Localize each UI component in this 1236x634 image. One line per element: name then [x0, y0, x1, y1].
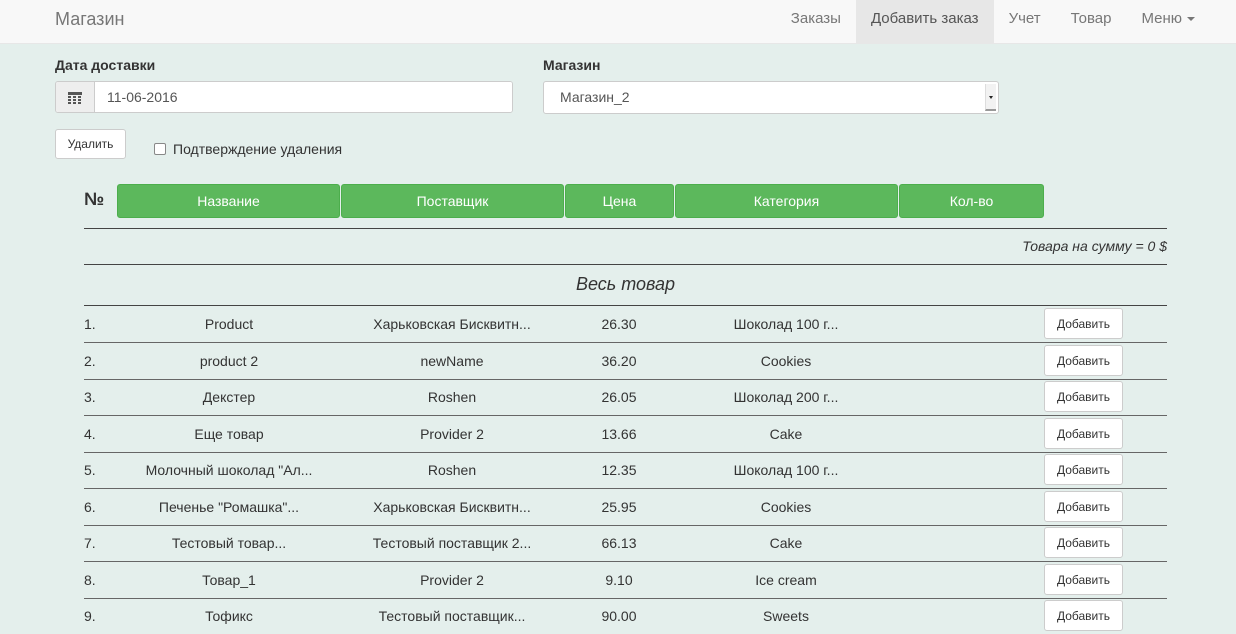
divider [84, 228, 1167, 229]
brand-link[interactable]: Магазин [55, 0, 124, 44]
row-supplier: Харьковская Бисквитн... [373, 316, 531, 332]
row-product-name: Печенье "Ромашка"... [158, 499, 300, 515]
select-arrow-icon [985, 84, 996, 111]
delete-confirmation: Подтверждение удаления [154, 141, 342, 157]
nav-accounting[interactable]: Учет [994, 0, 1056, 44]
nav-goods[interactable]: Товар [1056, 0, 1127, 44]
nav-add-order[interactable]: Добавить заказ [855, 0, 994, 44]
row-price: 12.35 [601, 462, 637, 478]
row-product-name: Тестовый товар... [171, 535, 287, 551]
table-row: 6. Печенье "Ромашка"... Харьковская Бискви… [84, 489, 1167, 525]
column-name-button[interactable]: Название [117, 184, 340, 218]
row-category: Ice cream [755, 572, 817, 588]
column-price-button[interactable]: Цена [565, 184, 674, 218]
add-button[interactable]: Добавить [1044, 454, 1123, 485]
row-category: Шоколад 100 г... [733, 462, 839, 478]
row-price: 26.05 [601, 389, 637, 405]
row-number: 2. [84, 353, 96, 369]
nav-menu: Заказы Добавить заказ Учет Товар Меню [776, 0, 1210, 44]
table-row: 4. Еще товар Provider 2 13.66 Cake Добавить [84, 416, 1167, 452]
add-button[interactable]: Добавить [1044, 600, 1123, 631]
row-number: 5. [84, 462, 96, 478]
row-number: 1. [84, 316, 96, 332]
caret-down-icon [1187, 17, 1195, 22]
nav-menu-dropdown[interactable]: Меню [1126, 0, 1210, 44]
navbar: Магазин Заказы Добавить заказ Учет Товар… [0, 0, 1236, 44]
row-price: 66.13 [601, 535, 637, 551]
row-product-name: product 2 [199, 353, 259, 369]
divider [84, 264, 1167, 265]
table-row: 2. product 2 newName 36.20 Cookies Добавить [84, 343, 1167, 379]
add-button[interactable]: Добавить [1044, 381, 1123, 412]
row-supplier: Roshen [427, 462, 477, 478]
order-total: Товара на сумму = 0 $ [1022, 238, 1167, 254]
column-number-header: № [84, 189, 105, 209]
row-product-name: Декстер [202, 389, 256, 405]
row-category: Cake [769, 535, 803, 551]
row-price: 25.95 [601, 499, 637, 515]
calendar-icon [68, 91, 82, 104]
add-button[interactable]: Добавить [1044, 418, 1123, 449]
row-number: 6. [84, 499, 96, 515]
row-number: 9. [84, 608, 96, 624]
row-product-name: Товар_1 [202, 572, 256, 588]
store-select[interactable]: Магазин_2 [543, 81, 999, 114]
row-supplier: Тестовый поставщик 2... [372, 535, 532, 551]
row-supplier: Provider 2 [420, 426, 484, 442]
row-price: 26.30 [601, 316, 637, 332]
add-button[interactable]: Добавить [1044, 308, 1123, 339]
confirm-delete-checkbox[interactable] [154, 143, 166, 155]
add-button[interactable]: Добавить [1044, 345, 1123, 376]
column-category-button[interactable]: Категория [675, 184, 898, 218]
table-row: 5. Молочный шоколад "Ал... Roshen 12.35 Шоко… [84, 452, 1167, 488]
all-goods-title: Весь товар [575, 274, 676, 294]
store-label: Магазин [543, 57, 601, 73]
table-row: 3. Декстер Roshen 26.05 Шоколад 200 г... Доба… [84, 379, 1167, 415]
row-supplier: newName [420, 353, 484, 369]
row-category: Шоколад 100 г... [733, 316, 839, 332]
row-category: Sweets [763, 608, 809, 624]
row-supplier: Тестовый поставщик... [378, 608, 526, 624]
row-category: Cake [769, 426, 803, 442]
row-product-name: Еще товар [194, 426, 264, 442]
row-price: 13.66 [601, 426, 637, 442]
column-qty-button[interactable]: Кол-во [899, 184, 1044, 218]
row-product-name: Product [204, 316, 254, 332]
add-button[interactable]: Добавить [1044, 564, 1123, 595]
table-row: 1. Product Харьковская Бисквитн... 26.30 Шок… [84, 306, 1167, 342]
row-price: 90.00 [601, 608, 637, 624]
date-input[interactable] [95, 82, 512, 112]
add-button[interactable]: Добавить [1044, 527, 1123, 558]
table-row: 8. Товар_1 Provider 2 9.10 Ice cream Добавить [84, 562, 1167, 598]
row-supplier: Roshen [427, 389, 477, 405]
table-row: 9. Тофикс Тестовый поставщик... 90.00 Sweets… [84, 598, 1167, 634]
column-supplier-button[interactable]: Поставщик [341, 184, 564, 218]
row-supplier: Provider 2 [420, 572, 484, 588]
nav-menu-label: Меню [1141, 10, 1182, 27]
row-category: Cookies [760, 499, 812, 515]
row-supplier: Харьковская Бисквитн... [373, 499, 531, 515]
row-category: Шоколад 200 г... [733, 389, 839, 405]
row-price: 9.10 [605, 572, 633, 588]
calendar-addon[interactable] [56, 82, 95, 112]
store-selected-value: Магазин_2 [560, 89, 630, 105]
row-product-name: Тофикс [205, 608, 253, 624]
row-product-name: Молочный шоколад "Ал... [145, 462, 313, 478]
table-row: 7. Тестовый товар... Тестовый поставщик 2.… [84, 525, 1167, 561]
date-label: Дата доставки [55, 57, 156, 73]
row-number: 4. [84, 426, 96, 442]
confirm-delete-label[interactable]: Подтверждение удаления [173, 141, 342, 157]
row-price: 36.20 [601, 353, 637, 369]
delete-button[interactable]: Удалить [55, 129, 126, 159]
nav-orders[interactable]: Заказы [776, 0, 856, 44]
row-category: Cookies [760, 353, 812, 369]
date-picker [55, 81, 513, 113]
row-number: 3. [84, 389, 96, 405]
add-button[interactable]: Добавить [1044, 491, 1123, 522]
row-number: 7. [84, 535, 96, 551]
row-number: 8. [84, 572, 96, 588]
